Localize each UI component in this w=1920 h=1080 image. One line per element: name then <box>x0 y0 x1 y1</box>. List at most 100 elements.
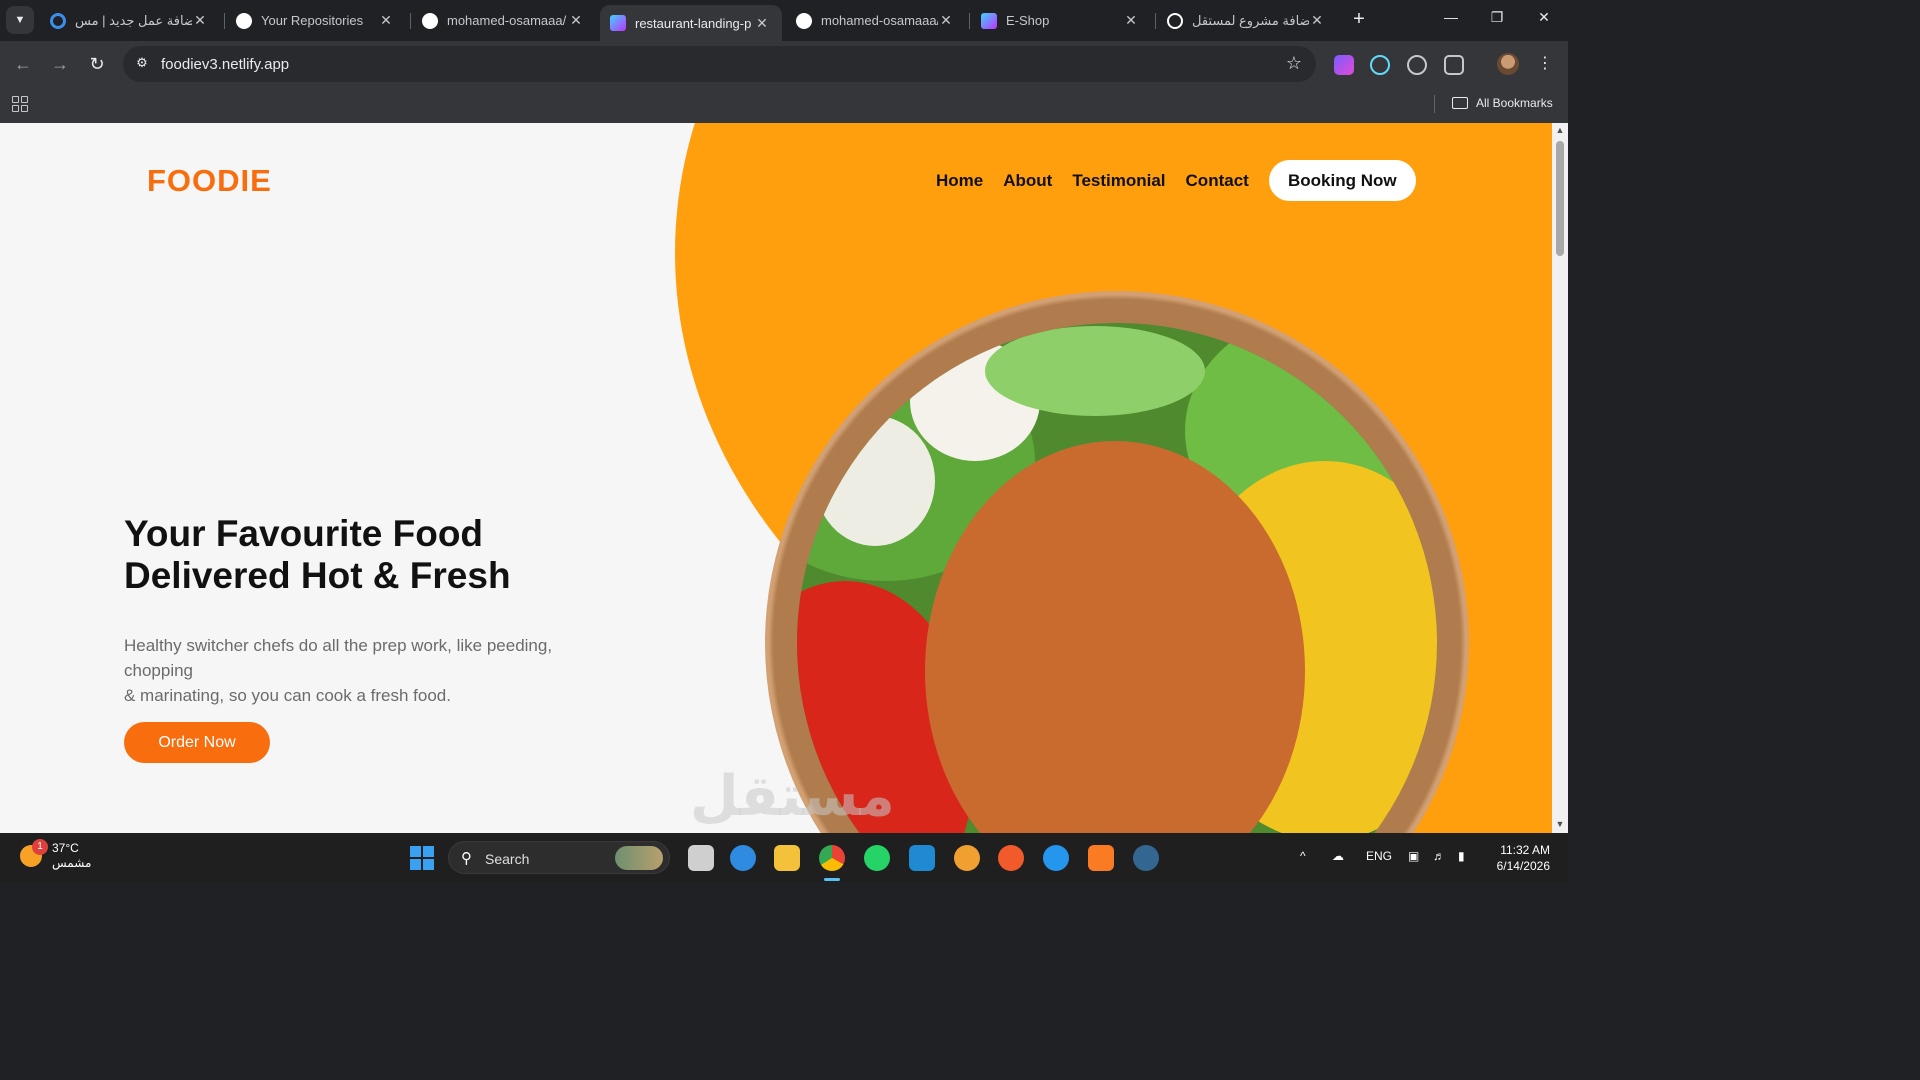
volume-icon[interactable]: ♬ <box>1433 849 1445 863</box>
back-button[interactable]: ← <box>11 53 35 77</box>
profile-avatar[interactable] <box>1497 53 1519 75</box>
cloud-icon[interactable]: ☁ <box>1332 849 1344 863</box>
close-icon[interactable]: ✕ <box>1123 12 1139 29</box>
site-settings-icon[interactable]: ⚙ <box>133 55 151 73</box>
close-icon[interactable]: ✕ <box>1309 12 1325 29</box>
search-label: Search <box>485 851 530 867</box>
edge-browser-icon[interactable] <box>730 845 756 871</box>
tab-title: mohamed-osamaaa/ <box>821 13 938 28</box>
tab-1[interactable]: إضافة عمل جديد | مس ✕ <box>40 5 220 36</box>
active-app-indicator <box>824 878 840 881</box>
target-icon[interactable] <box>1407 55 1427 75</box>
restore-icon: ❐ <box>1490 9 1504 25</box>
arrow-right-icon: → <box>51 54 69 74</box>
task-view-icon[interactable] <box>688 845 714 871</box>
weather-widget[interactable]: 1 37°C مشمس <box>20 839 92 871</box>
close-icon: ✕ <box>1538 9 1550 25</box>
clock-time: 11:32 AM <box>1500 843 1550 857</box>
bookmarks-bar: All Bookmarks <box>0 87 1568 123</box>
tab-separator <box>1155 13 1156 29</box>
new-tab-button[interactable]: + <box>1348 9 1370 31</box>
order-now-button[interactable]: Order Now <box>124 722 270 763</box>
tab-7[interactable]: إضافة مشروع لمستقل ✕ <box>1157 5 1337 36</box>
ring-favicon-icon <box>50 12 66 29</box>
apps-grid-icon[interactable] <box>12 96 28 112</box>
minimize-icon: — <box>1444 9 1458 25</box>
scroll-down-icon[interactable]: ▼ <box>1555 819 1565 829</box>
minimize-button[interactable]: — <box>1441 9 1461 29</box>
tab-2[interactable]: Your Repositories ✕ <box>226 5 406 36</box>
whatsapp-icon[interactable] <box>864 845 890 871</box>
language-indicator[interactable]: ENG <box>1366 849 1392 863</box>
postman-icon[interactable] <box>998 845 1024 871</box>
puzzle-icon[interactable] <box>1444 55 1464 75</box>
tab-search-button[interactable]: ▼ <box>6 6 34 34</box>
openai-icon <box>1167 12 1183 29</box>
tab-strip: ▼ إضافة عمل جديد | مس ✕ Your Repositorie… <box>0 0 1568 41</box>
reload-icon: ↻ <box>89 54 105 74</box>
vite-icon <box>610 15 626 31</box>
site-logo[interactable]: FOODIE <box>147 163 272 199</box>
chevron-up-icon[interactable]: ^ <box>1300 849 1306 863</box>
react-devtools-icon[interactable] <box>1370 55 1390 75</box>
battery-icon[interactable]: ▮ <box>1458 849 1465 863</box>
xampp-icon[interactable] <box>1088 845 1114 871</box>
search-highlight-image <box>615 846 663 870</box>
scroll-up-icon[interactable]: ▲ <box>1555 125 1565 135</box>
close-icon[interactable]: ✕ <box>754 15 770 32</box>
star-icon[interactable]: ☆ <box>1286 53 1302 74</box>
chrome-icon[interactable] <box>819 845 845 871</box>
close-icon[interactable]: ✕ <box>192 12 208 29</box>
github-icon <box>796 12 812 29</box>
bear-app-icon[interactable] <box>954 845 980 871</box>
temperature-label: 37°C <box>52 841 79 855</box>
all-bookmarks-button[interactable]: All Bookmarks <box>1452 96 1553 110</box>
taskbar-search[interactable]: ⚲ Search <box>448 841 670 874</box>
close-icon[interactable]: ✕ <box>568 12 584 29</box>
weather-condition-label: مشمس <box>52 856 92 870</box>
tab-title: restaurant-landing-p <box>635 15 752 31</box>
tab-title: E-Shop <box>1006 13 1050 28</box>
tab-title: إضافة مشروع لمستقل <box>1192 12 1309 28</box>
forward-button[interactable]: → <box>48 53 72 77</box>
restore-button[interactable]: ❐ <box>1487 9 1507 29</box>
close-window-button[interactable]: ✕ <box>1534 9 1554 29</box>
file-explorer-icon[interactable] <box>774 845 800 871</box>
tab-4-active[interactable]: restaurant-landing-p ✕ <box>600 5 782 41</box>
nav-home[interactable]: Home <box>936 171 983 191</box>
clock-date: 6/14/2026 <box>1496 859 1550 873</box>
tab-6[interactable]: E-Shop ✕ <box>971 5 1151 36</box>
all-bookmarks-label: All Bookmarks <box>1476 96 1553 110</box>
tab-separator <box>969 13 970 29</box>
tab-title: mohamed-osamaaa/ <box>447 13 567 28</box>
windows-start-icon[interactable] <box>410 846 434 870</box>
close-icon[interactable]: ✕ <box>378 12 394 29</box>
hero-description: Healthy switcher chefs do all the prep w… <box>124 633 624 708</box>
scroll-thumb[interactable] <box>1556 141 1564 256</box>
nav-contact[interactable]: Contact <box>1186 171 1249 191</box>
docker-icon[interactable] <box>1043 845 1069 871</box>
nav-about[interactable]: About <box>1003 171 1052 191</box>
reload-button[interactable]: ↻ <box>85 53 109 77</box>
tab-5[interactable]: mohamed-osamaaa/ ✕ <box>786 5 966 36</box>
tab-separator <box>410 13 411 29</box>
vscode-icon[interactable] <box>909 845 935 871</box>
address-bar[interactable]: ⚙ foodiev3.netlify.app ☆ <box>123 46 1316 82</box>
nav-testimonial[interactable]: Testimonial <box>1072 171 1165 191</box>
site-nav: Home About Testimonial Contact Booking N… <box>936 160 1416 201</box>
system-clock[interactable]: 11:32 AM 6/14/2026 <box>1492 842 1550 874</box>
tab-3[interactable]: mohamed-osamaaa/ ✕ <box>412 5 596 36</box>
bookmarks-separator <box>1434 95 1435 113</box>
menu-kebab-icon[interactable]: ⋮ <box>1537 53 1553 73</box>
booking-now-button[interactable]: Booking Now <box>1268 160 1416 201</box>
network-icon[interactable]: ▣ <box>1408 849 1419 863</box>
page-scrollbar[interactable]: ▲ ▼ <box>1552 123 1568 833</box>
hero-title-line-1: Your Favourite Food <box>124 513 484 554</box>
extension-icon[interactable] <box>1334 55 1354 75</box>
close-icon[interactable]: ✕ <box>938 12 954 29</box>
url-text[interactable]: foodiev3.netlify.app <box>161 56 289 73</box>
chevron-down-icon: ▼ <box>14 14 26 26</box>
notification-badge: 1 <box>32 839 48 855</box>
postgresql-icon[interactable] <box>1133 845 1159 871</box>
tab-separator <box>224 13 225 29</box>
